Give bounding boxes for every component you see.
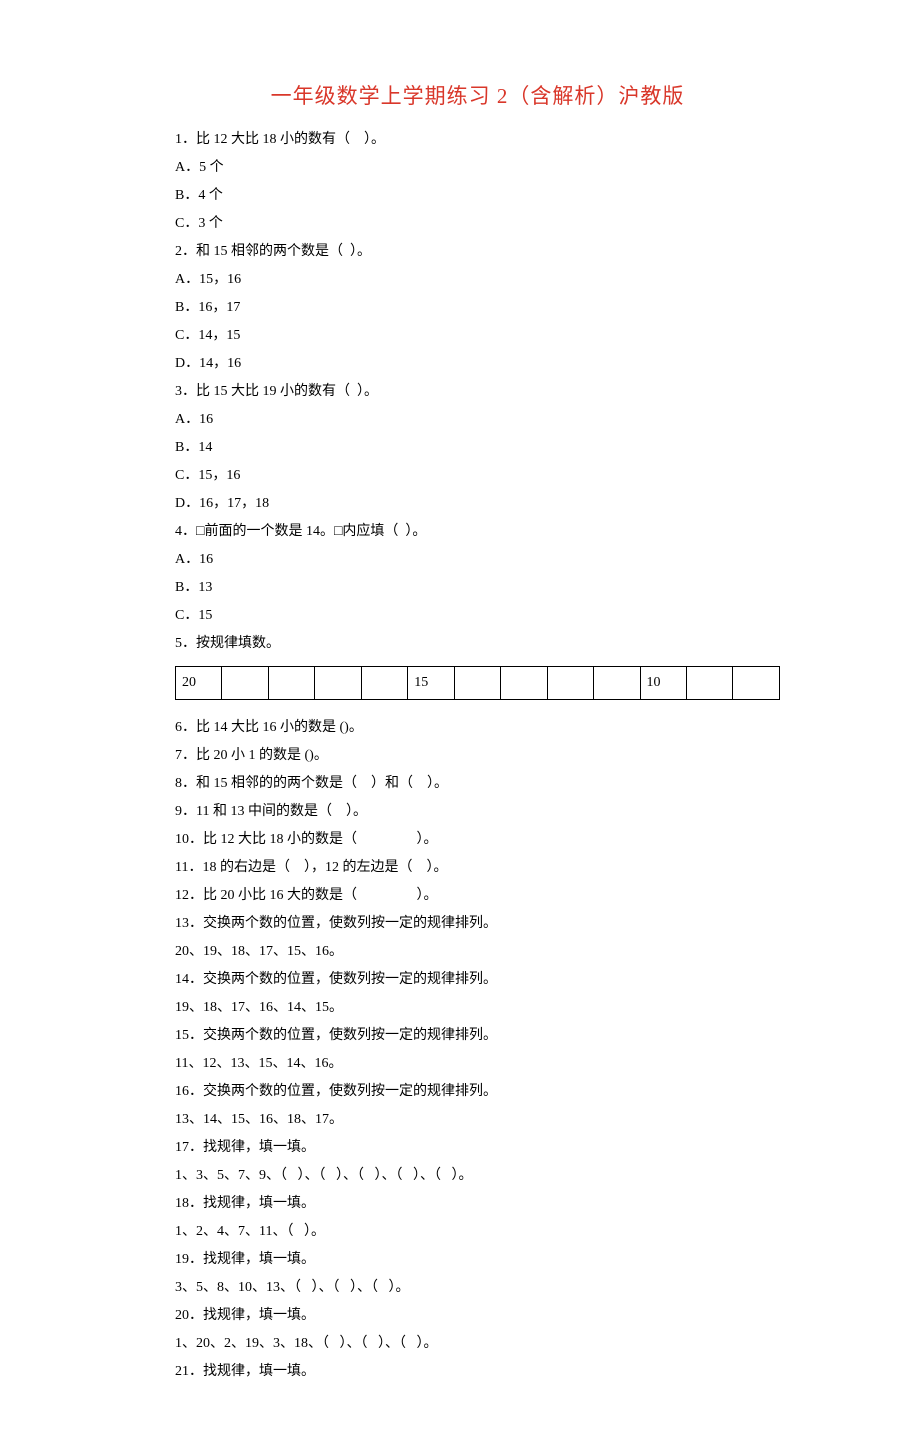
q1-option-c: C．3 个 <box>175 210 780 238</box>
q2-option-d: D．14，16 <box>175 350 780 378</box>
q5-sequence-table: 20 15 10 <box>175 666 780 700</box>
q5-cell <box>733 667 780 700</box>
q3-option-c: C．15，16 <box>175 462 780 490</box>
q17-stem: 17．找规律，填一填。 <box>175 1134 780 1162</box>
q21-stem: 21．找规律，填一填。 <box>175 1358 780 1386</box>
q5-cell: 15 <box>408 667 454 700</box>
q7: 7．比 20 小 1 的数是 ()。 <box>175 742 780 770</box>
q19-sequence: 3、5、8、10、13、（ ）、（ ）、（ ）。 <box>175 1274 780 1302</box>
q9: 9．11 和 13 中间的数是（ ）。 <box>175 798 780 826</box>
q16-sequence: 13、14、15、16、18、17。 <box>175 1106 780 1134</box>
q5-stem: 5．按规律填数。 <box>175 630 780 658</box>
q20-sequence: 1、20、2、19、3、18、（ ）、（ ）、（ ）。 <box>175 1330 780 1358</box>
q17-sequence: 1、3、5、7、9、（ ）、（ ）、（ ）、（ ）、（ ）。 <box>175 1162 780 1190</box>
q11: 11．18 的右边是（ ），12 的左边是（ ）。 <box>175 854 780 882</box>
q19-stem: 19．找规律，填一填。 <box>175 1246 780 1274</box>
q1-stem: 1．比 12 大比 18 小的数有（ ）。 <box>175 126 780 154</box>
q3-option-b: B．14 <box>175 434 780 462</box>
q4-option-b: B．13 <box>175 574 780 602</box>
q15-sequence: 11、12、13、15、14、16。 <box>175 1050 780 1078</box>
q5-cell <box>594 667 640 700</box>
q3-stem: 3．比 15 大比 19 小的数有（ ）。 <box>175 378 780 406</box>
q20-stem: 20．找规律，填一填。 <box>175 1302 780 1330</box>
q4-stem: 4．□前面的一个数是 14。□内应填（ ）。 <box>175 518 780 546</box>
q5-cell <box>547 667 593 700</box>
q3-option-a: A．16 <box>175 406 780 434</box>
q5-cell <box>454 667 500 700</box>
q13-sequence: 20、19、18、17、15、16。 <box>175 938 780 966</box>
q16-stem: 16．交换两个数的位置，使数列按一定的规律排列。 <box>175 1078 780 1106</box>
q4-option-c: C．15 <box>175 602 780 630</box>
q5-cell: 10 <box>640 667 686 700</box>
q8: 8．和 15 相邻的的两个数是（ ）和（ ）。 <box>175 770 780 798</box>
q5-cell <box>268 667 314 700</box>
q2-option-b: B．16，17 <box>175 294 780 322</box>
q4-option-a: A．16 <box>175 546 780 574</box>
q2-option-a: A．15，16 <box>175 266 780 294</box>
q13-stem: 13．交换两个数的位置，使数列按一定的规律排列。 <box>175 910 780 938</box>
q5-cell: 20 <box>176 667 222 700</box>
q2-stem: 2．和 15 相邻的两个数是（ ）。 <box>175 238 780 266</box>
page-title: 一年级数学上学期练习 2（含解析）沪教版 <box>175 80 780 110</box>
q12: 12．比 20 小比 16 大的数是（ ）。 <box>175 882 780 910</box>
q15-stem: 15．交换两个数的位置，使数列按一定的规律排列。 <box>175 1022 780 1050</box>
q6: 6．比 14 大比 16 小的数是 ()。 <box>175 714 780 742</box>
q5-cell <box>361 667 407 700</box>
q2-option-c: C．14，15 <box>175 322 780 350</box>
q14-sequence: 19、18、17、16、14、15。 <box>175 994 780 1022</box>
q1-option-b: B．4 个 <box>175 182 780 210</box>
q5-cell <box>315 667 361 700</box>
q10: 10．比 12 大比 18 小的数是（ ）。 <box>175 826 780 854</box>
q5-cell <box>222 667 268 700</box>
worksheet-page: 一年级数学上学期练习 2（含解析）沪教版 1．比 12 大比 18 小的数有（ … <box>0 0 920 1446</box>
q18-sequence: 1、2、4、7、11、（ ）。 <box>175 1218 780 1246</box>
q1-option-a: A．5 个 <box>175 154 780 182</box>
q5-cell <box>501 667 547 700</box>
q18-stem: 18．找规律，填一填。 <box>175 1190 780 1218</box>
q3-option-d: D．16，17，18 <box>175 490 780 518</box>
q14-stem: 14．交换两个数的位置，使数列按一定的规律排列。 <box>175 966 780 994</box>
q5-cell <box>686 667 732 700</box>
